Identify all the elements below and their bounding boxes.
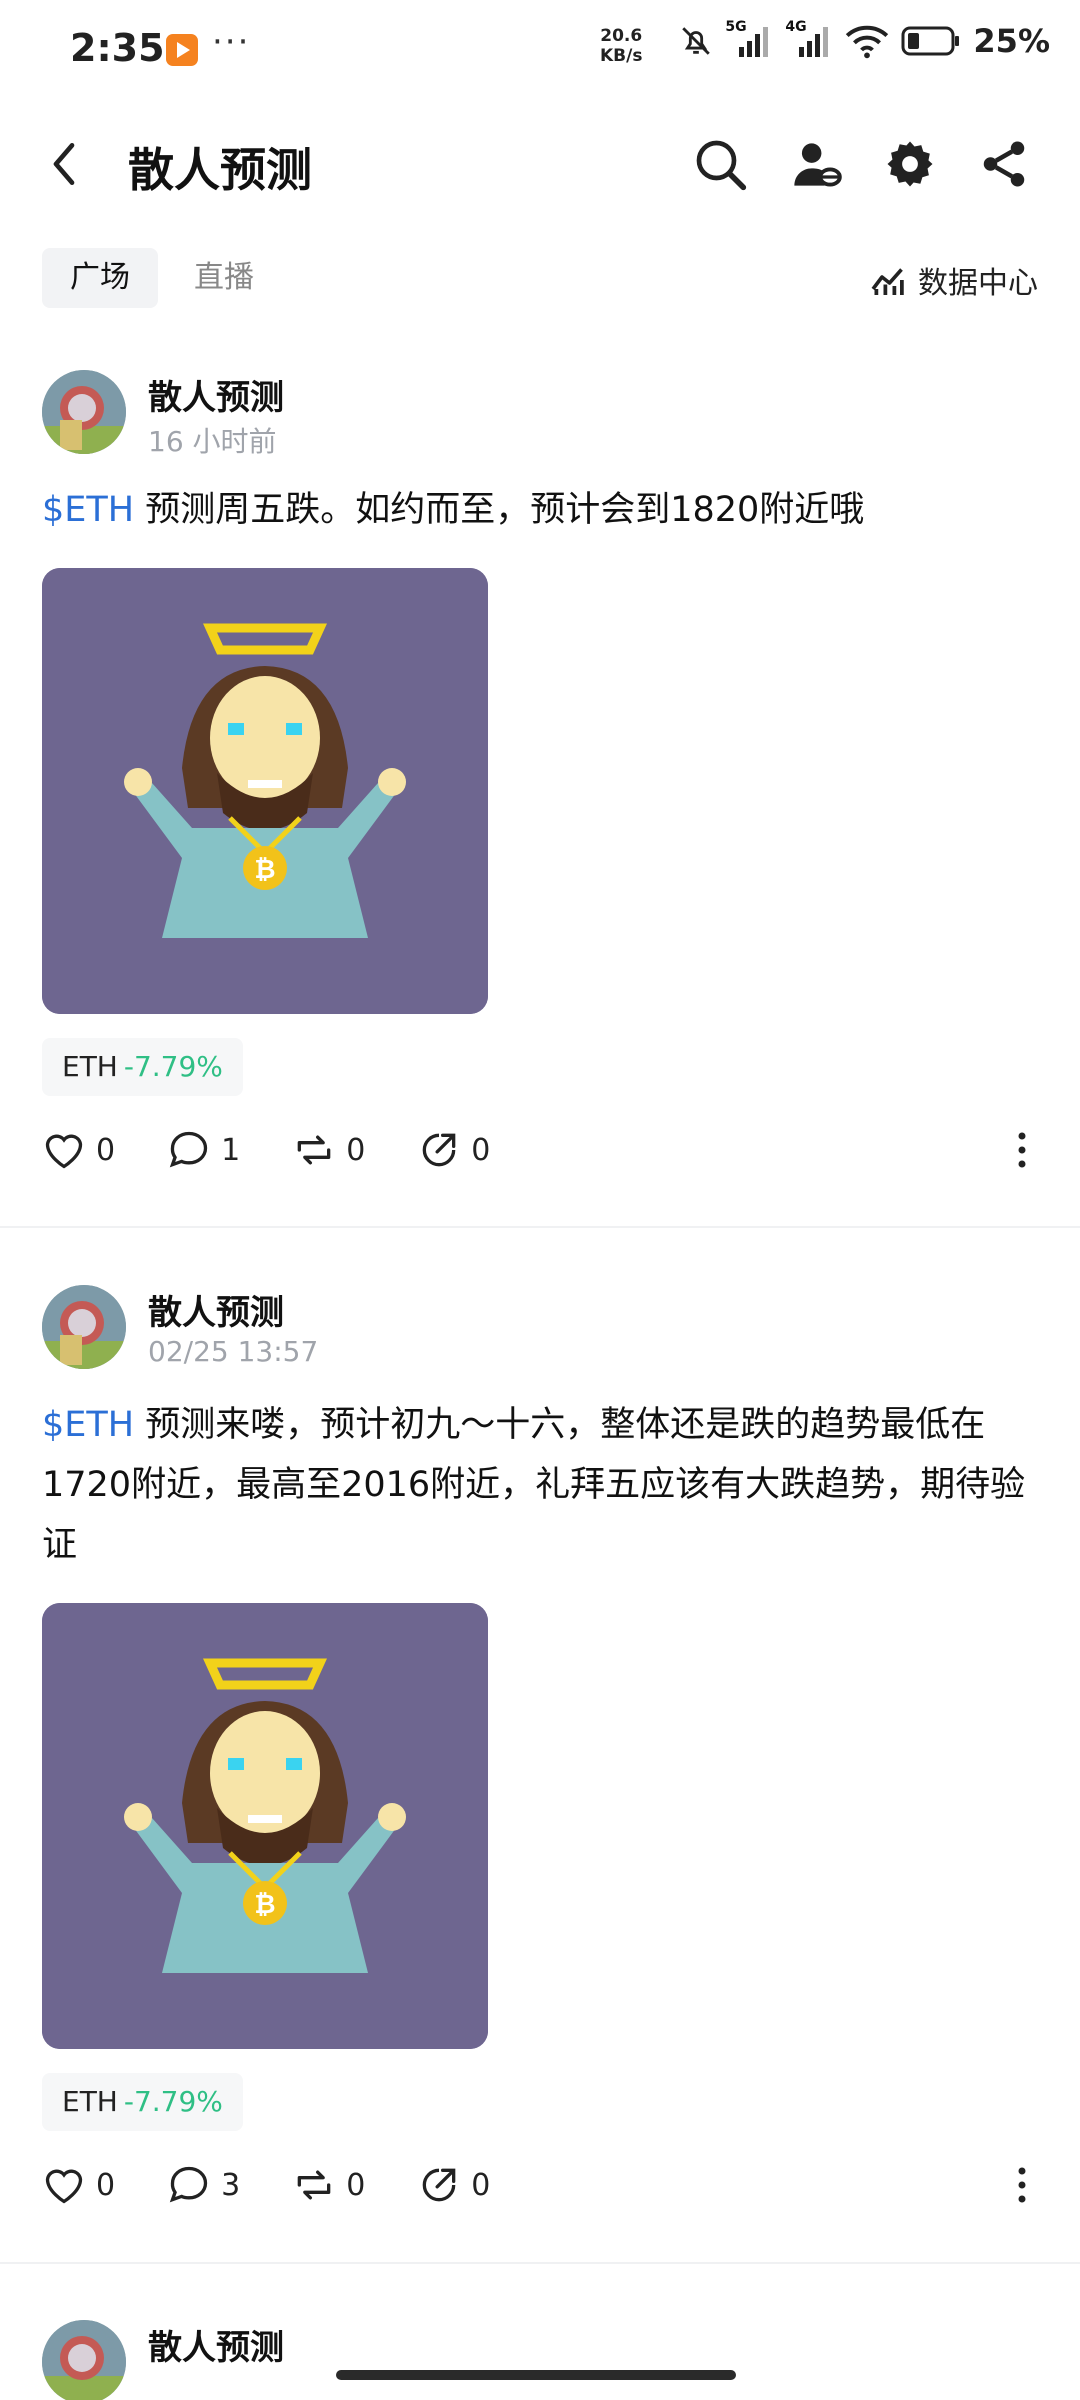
post-divider [0,2262,1080,2264]
author-name[interactable]: 散人预测 [148,1285,284,1334]
comment-button[interactable]: 3 [167,2163,240,2207]
tab-live[interactable]: 直播 [166,248,282,308]
post-image[interactable]: ₿ [42,1603,488,2049]
wifi-icon [846,25,889,59]
gear-icon[interactable] [878,132,942,196]
mute-bell-icon [682,27,711,55]
heart-icon [45,1134,83,1169]
post-card[interactable]: 散人预测 [0,2320,1080,2400]
like-button[interactable]: 0 [42,2163,115,2207]
more-dots-icon: ··· [212,22,251,62]
battery-icon [901,26,960,56]
avatar[interactable] [42,370,126,454]
more-vertical-icon[interactable] [1016,1128,1028,1176]
back-arrow-icon[interactable] [48,140,80,192]
network-speed: 20.6 KB/s [600,26,643,66]
avatar[interactable] [42,2320,126,2400]
tab-square[interactable]: 广场 [42,248,158,308]
share-post-button[interactable]: 0 [417,2163,490,2207]
heart-icon [45,2169,83,2204]
signal-5g-icon: 5G [725,19,773,59]
post-text: $ETH 预测来喽，预计初九～十六，整体还是跌的趋势最低在1720附近，最高至2… [42,1405,1026,1565]
status-icons: 5G 4G 25% [679,19,1050,60]
ticker-tag[interactable]: $ETH [42,1405,134,1445]
search-icon[interactable] [688,132,752,196]
repost-icon [297,2170,331,2200]
repost-button[interactable]: 0 [292,1128,365,1172]
ticker-tag[interactable]: $ETH [42,490,134,530]
comment-icon [169,1131,208,1168]
comment-icon [169,2166,208,2203]
status-time: 2:35 [70,26,165,70]
more-vertical-icon[interactable] [1016,2163,1028,2211]
share-post-button[interactable]: 0 [417,1128,490,1172]
post-text: $ETH 预测周五跌。如约而至，预计会到1820附近哦 [42,490,865,530]
top-nav: 散人预测 [0,100,1080,230]
tab-bar: 广场 直播 数据中心 [0,240,1080,320]
author-name[interactable]: 散人预测 [148,2320,284,2369]
post-actions: 0 1 0 0 [42,1120,1038,1180]
user-coin-icon[interactable] [784,132,848,196]
app-notification-icon [166,34,198,66]
like-button[interactable]: 0 [42,1128,115,1172]
page-title: 散人预测 [128,143,312,197]
battery-percent: 25% [973,22,1050,60]
post-time: 02/25 13:57 [148,1335,319,1368]
repost-icon [297,1135,331,1165]
share-icon[interactable] [972,132,1036,196]
post-image[interactable]: ₿ [42,568,488,1014]
repost-button[interactable]: 0 [292,2163,365,2207]
chart-trend-icon [871,268,904,295]
status-bar: 2:35 ··· 20.6 KB/s 5G 4G 25% [0,0,1080,100]
signal-4g-icon: 4G [785,19,833,59]
post-divider [0,1226,1080,1228]
svg-text:₿: ₿ [254,1890,275,1920]
share-arrow-icon [423,2168,456,2202]
data-center-link[interactable]: 数据中心 [870,258,1038,302]
avatar[interactable] [42,1285,126,1369]
post-card[interactable]: 散人预测 16 小时前 $ETH 预测周五跌。如约而至，预计会到1820附近哦 … [0,370,1080,1190]
comment-button[interactable]: 1 [167,1128,240,1172]
svg-text:₿: ₿ [254,855,275,885]
post-card[interactable]: 散人预测 02/25 13:57 $ETH 预测来喽，预计初九～十六，整体还是跌… [0,1285,1080,2204]
ticker-chip[interactable]: ETH -7.79% [42,2073,243,2131]
author-name[interactable]: 散人预测 [148,370,284,419]
home-indicator[interactable] [336,2370,736,2380]
share-arrow-icon [423,1133,456,1167]
ticker-chip[interactable]: ETH -7.79% [42,1038,243,1096]
post-time: 16 小时前 [148,425,277,458]
post-actions: 0 3 0 0 [42,2155,1038,2215]
